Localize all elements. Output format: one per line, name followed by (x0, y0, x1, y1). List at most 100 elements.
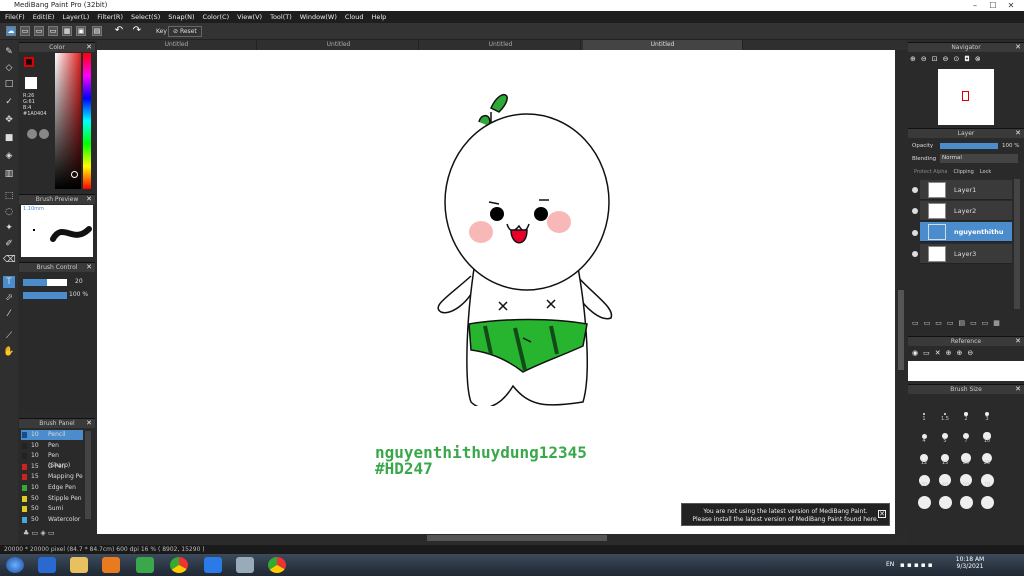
tray-icons[interactable]: ▪ ▪ ▪ ▪ ▪ (900, 561, 933, 569)
undo-icon[interactable]: ↶ (114, 26, 124, 36)
reference-area[interactable] (908, 361, 1024, 381)
close-icon[interactable]: ✕ (86, 43, 92, 52)
minimize-button[interactable]: – (968, 0, 982, 11)
explorer-icon[interactable] (70, 557, 88, 573)
media-player-icon[interactable] (102, 557, 120, 573)
vertical-scrollbar[interactable] (897, 50, 905, 534)
navigator-controls[interactable]: ⊕⊖⊡⊖⊙◘⊗ (910, 55, 1022, 67)
visibility-eye-icon[interactable] (912, 208, 918, 214)
tab-untitled-1[interactable]: Untitled (97, 40, 257, 50)
save-icon[interactable]: ▭ (48, 26, 58, 36)
layer-row-layer2[interactable]: Layer2 (920, 201, 1012, 221)
layer-row-text[interactable]: nguyenthithu (920, 222, 1012, 242)
tab-untitled-4[interactable]: Untitled (583, 40, 743, 50)
shape-tool-icon[interactable]: ■ (3, 132, 15, 144)
hue-slider[interactable] (83, 53, 91, 189)
menu-layer[interactable]: Layer(L) (62, 13, 89, 21)
reset-button[interactable]: ⊘ Reset (168, 26, 202, 37)
layer-opacity-slider[interactable] (940, 143, 998, 149)
reference-controls[interactable]: ◉▭✕⊕⊕⊖ (912, 349, 978, 357)
palette-add-icon[interactable] (39, 129, 49, 139)
layer-row-layer3[interactable]: Layer3 (920, 244, 1012, 264)
language-indicator[interactable]: EN (886, 561, 894, 568)
tab-untitled-3[interactable]: Untitled (421, 40, 581, 50)
brush-size-value[interactable]: 20 (75, 278, 83, 285)
close-icon[interactable]: ✕ (1015, 43, 1021, 52)
redo-icon[interactable]: ↷ (132, 26, 142, 36)
blending-select[interactable]: Normal (940, 154, 1018, 163)
brush-size-dot[interactable] (959, 495, 973, 509)
close-icon[interactable]: ✕ (86, 195, 92, 204)
brush-size-dot[interactable] (923, 413, 925, 415)
brush-item[interactable]: 50 Stipple Pen (21, 494, 83, 504)
brush-item[interactable]: 10 Pen (Sharp) (21, 451, 83, 469)
calculator-icon[interactable] (236, 557, 254, 573)
brush-item[interactable]: 50 Watercolor (21, 515, 83, 525)
color-picker-cursor[interactable] (71, 171, 78, 178)
visibility-eye-icon[interactable] (912, 230, 918, 236)
drawing-canvas[interactable]: nguyenthithuydung12345 #HD247 (97, 50, 895, 534)
chrome-icon[interactable] (170, 557, 188, 573)
cloud-icon[interactable]: ☁ (6, 26, 16, 36)
select-tool-icon[interactable]: ⬚ (3, 190, 15, 202)
lasso-tool-icon[interactable]: ◌ (3, 206, 15, 218)
brush-opacity-slider[interactable] (23, 292, 67, 299)
ie-icon[interactable] (38, 557, 56, 573)
close-icon[interactable]: ✕ (86, 419, 92, 428)
visibility-eye-icon[interactable] (912, 251, 918, 257)
lock-checkbox[interactable]: Lock (980, 169, 991, 175)
menu-edit[interactable]: Edit(E) (33, 13, 55, 21)
brush-item[interactable]: 50 Sumi (21, 504, 83, 514)
brush-size-slider[interactable] (23, 279, 67, 286)
move-tool-icon[interactable]: ✥ (3, 114, 15, 126)
navigator-thumbnail[interactable] (938, 69, 994, 125)
close-icon[interactable]: ✕ (1015, 337, 1021, 346)
select-pen-icon[interactable]: ✓ (3, 96, 15, 108)
close-notification-icon[interactable]: ✕ (878, 510, 886, 518)
divide-tool-icon[interactable]: ⟋ (3, 330, 15, 342)
medibang-icon[interactable] (136, 557, 154, 573)
brush-opacity-value[interactable]: 100 % (69, 291, 88, 298)
layer-scrollbar[interactable] (1014, 179, 1020, 309)
protect-alpha-checkbox[interactable]: Protect Alpha (914, 169, 947, 175)
zalo-icon[interactable] (204, 557, 222, 573)
saturation-value-picker[interactable] (55, 53, 81, 189)
clipping-checkbox[interactable]: Clipping (953, 169, 973, 175)
brush-size-dot[interactable] (938, 495, 952, 509)
foreground-color-swatch[interactable] (24, 57, 34, 67)
tab-untitled-2[interactable]: Untitled (259, 40, 419, 50)
menu-snap[interactable]: Snap(N) (168, 13, 194, 21)
hand-tool-icon[interactable]: ✋ (3, 346, 15, 358)
brush-list-scrollbar[interactable] (85, 431, 91, 519)
select-pen-tool-icon[interactable]: ✐ (3, 238, 15, 250)
brush-size-dot[interactable] (980, 495, 994, 509)
menu-window[interactable]: Window(W) (300, 13, 337, 21)
transparent-swatch[interactable] (25, 77, 37, 89)
horizontal-scrollbar[interactable] (97, 534, 897, 542)
eraser-tool-icon[interactable]: ◇ (3, 62, 15, 74)
chrome-icon-2[interactable] (268, 557, 286, 573)
menu-help[interactable]: Help (371, 13, 386, 21)
layer-actions[interactable]: ▭▭▭▭▤▭▭▦ (912, 319, 1020, 329)
dot-tool-icon[interactable]: □ (3, 78, 15, 90)
brush-item[interactable]: 10 Edge Pen (21, 483, 83, 493)
select-icon[interactable]: ▤ (92, 26, 102, 36)
menu-select[interactable]: Select(S) (131, 13, 160, 21)
crop-icon[interactable]: ▣ (76, 26, 86, 36)
start-button-icon[interactable] (6, 557, 24, 573)
visibility-eye-icon[interactable] (912, 187, 918, 193)
maximize-button[interactable]: ☐ (986, 0, 1000, 11)
menu-file[interactable]: File(F) (5, 13, 25, 21)
brush-tool-icon[interactable]: ✎ (3, 46, 15, 58)
brush-item[interactable]: 10 Pen (21, 441, 83, 451)
menu-view[interactable]: View(V) (237, 13, 262, 21)
update-notification[interactable]: You are not using the latest version of … (681, 503, 890, 526)
grid-icon[interactable]: ▦ (62, 26, 72, 36)
menu-cloud[interactable]: Cloud (345, 13, 364, 21)
menu-color[interactable]: Color(C) (203, 13, 230, 21)
operation-tool-icon[interactable]: ⬀ (3, 292, 15, 304)
text-tool-icon[interactable]: T (3, 276, 15, 288)
clock[interactable]: 10:18 AM 9/3/2021 (950, 556, 990, 570)
menu-tool[interactable]: Tool(T) (270, 13, 292, 21)
navigator-viewport[interactable] (962, 91, 969, 101)
